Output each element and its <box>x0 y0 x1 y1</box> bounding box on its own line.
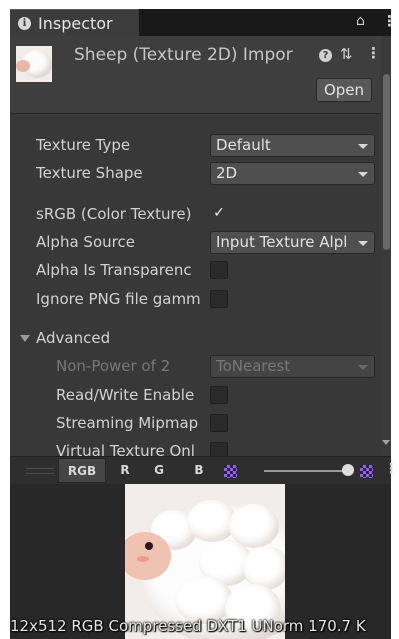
sheep-eye <box>145 542 153 550</box>
header-kebab-menu-icon[interactable]: ⋮ <box>366 44 381 62</box>
chevron-down-icon <box>358 144 368 149</box>
mip-level-slider[interactable] <box>264 470 348 472</box>
texture-shape-value: 2D <box>216 164 238 182</box>
advanced-foldout[interactable]: Advanced <box>10 327 380 353</box>
sheep-cheek <box>137 556 149 562</box>
ignore-png-gamma-row: Ignore PNG file gamm <box>10 288 380 314</box>
texture-info-text: 12x512 RGB Compressed DXT1 UNorm 170.7 K <box>10 617 366 635</box>
srgb-checkbox[interactable]: ✓ <box>210 205 228 223</box>
alpha-is-transparency-checkbox[interactable] <box>210 261 228 279</box>
streaming-mipmaps-checkbox[interactable] <box>210 414 228 432</box>
advanced-label: Advanced <box>36 329 111 347</box>
texture-preview: 12x512 RGB Compressed DXT1 UNorm 170.7 K <box>10 484 391 639</box>
texture-shape-dropdown[interactable]: 2D <box>210 162 375 185</box>
streaming-mipmaps-label: Streaming Mipmap <box>56 414 199 432</box>
chevron-down-icon <box>358 172 368 177</box>
ignore-png-gamma-checkbox[interactable] <box>210 290 228 308</box>
inspector-tab-title: Inspector <box>38 13 113 33</box>
non-power-of-2-value: ToNearest <box>216 357 291 375</box>
scroll-down-arrow-icon[interactable] <box>382 440 390 445</box>
non-power-of-2-dropdown: ToNearest <box>210 355 375 378</box>
alpha-source-row: Alpha Source Input Texture Alpl <box>10 231 380 257</box>
alpha-is-transparency-row: Alpha Is Transparenc <box>10 259 380 285</box>
non-power-of-2-row: Non-Power of 2 ToNearest <box>10 355 380 381</box>
channel-g-button[interactable]: G <box>150 458 168 483</box>
channel-r-button[interactable]: R <box>116 458 134 483</box>
chevron-down-icon <box>358 365 368 370</box>
channel-rgb-button[interactable]: RGB <box>58 458 106 483</box>
mip-low-icon <box>224 465 237 478</box>
preview-toolbar: RGB R G B ⋮ <box>10 456 398 484</box>
virtual-texture-checkbox[interactable] <box>210 442 228 456</box>
texture-type-row: Texture Type Default <box>10 134 380 160</box>
texture-shape-row: Texture Shape 2D <box>10 162 380 188</box>
alpha-is-transparency-label: Alpha Is Transparenc <box>36 261 192 279</box>
inspector-tab-strip: i Inspector ⌂ ⋮ <box>10 9 397 36</box>
mip-level-slider-knob[interactable] <box>342 464 354 476</box>
alpha-source-label: Alpha Source <box>36 233 135 251</box>
alpha-source-value: Input Texture Alpl <box>216 233 348 251</box>
mip-high-icon <box>360 465 373 478</box>
texture-type-label: Texture Type <box>36 136 131 154</box>
srgb-row: sRGB (Color Texture) ✓ <box>10 203 380 229</box>
read-write-label: Read/Write Enable <box>56 386 195 404</box>
ignore-png-gamma-label: Ignore PNG file gamm <box>36 290 201 308</box>
streaming-mipmaps-row: Streaming Mipmap <box>10 412 380 438</box>
lock-icon[interactable]: ⌂ <box>356 13 365 29</box>
asset-title: Sheep (Texture 2D) Impor <box>74 45 293 65</box>
texture-type-value: Default <box>216 136 271 154</box>
inspector-tab[interactable]: i Inspector <box>10 9 139 36</box>
preset-sliders-icon[interactable]: ⇅ <box>340 45 353 63</box>
open-button[interactable]: Open <box>316 78 372 102</box>
foldout-arrow-icon <box>20 335 30 342</box>
texture-type-dropdown[interactable]: Default <box>210 134 375 157</box>
channel-b-button[interactable]: B <box>190 458 208 483</box>
inspector-scrollbar[interactable] <box>381 36 391 456</box>
texture-shape-label: Texture Shape <box>36 164 143 182</box>
srgb-label: sRGB (Color Texture) <box>36 205 192 223</box>
sheep-thumbnail <box>16 46 52 82</box>
toolbar-kebab-menu-icon[interactable]: ⋮ <box>384 461 398 477</box>
virtual-texture-row: Virtual Texture Onl <box>10 440 380 456</box>
chevron-down-icon <box>358 241 368 246</box>
read-write-checkbox[interactable] <box>210 386 228 404</box>
info-icon: i <box>18 16 31 30</box>
tab-kebab-menu-icon[interactable]: ⋮ <box>382 12 397 30</box>
read-write-row: Read/Write Enable <box>10 384 380 410</box>
inspector-panel: Sheep (Texture 2D) Impor ? ⇅ ⋮ Open Text… <box>10 36 391 456</box>
resize-grip-icon[interactable] <box>26 468 54 474</box>
virtual-texture-label: Virtual Texture Onl <box>56 442 195 456</box>
asset-header: Sheep (Texture 2D) Impor ? ⇅ ⋮ Open <box>10 36 391 114</box>
scrollbar-thumb[interactable] <box>383 74 390 250</box>
alpha-source-dropdown[interactable]: Input Texture Alpl <box>210 231 375 254</box>
help-icon[interactable]: ? <box>319 49 332 62</box>
non-power-of-2-label: Non-Power of 2 <box>56 357 171 375</box>
sheep-texture-image <box>125 484 285 639</box>
